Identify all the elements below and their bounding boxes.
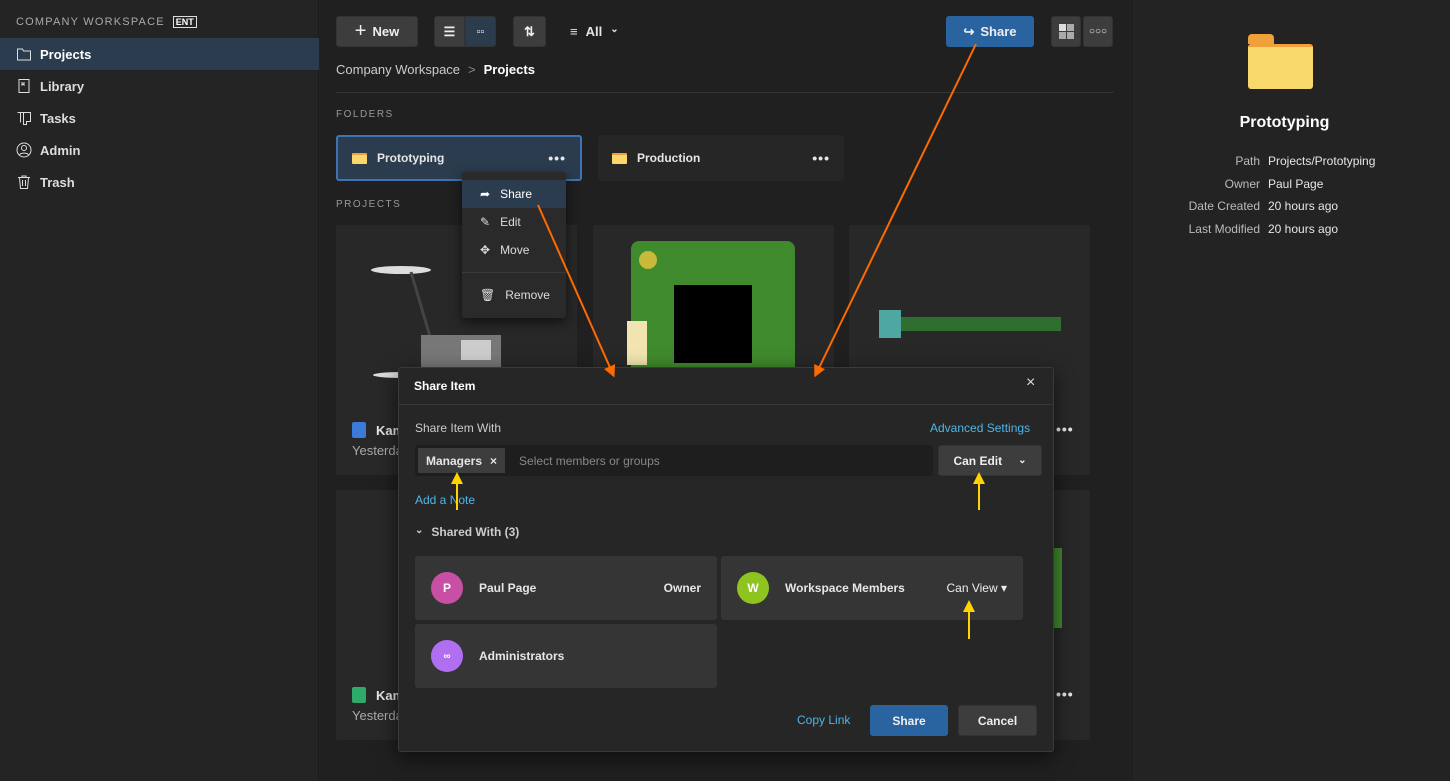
annotation-overlay [451, 43, 985, 639]
annotation-arrow [537, 204, 616, 378]
annotation-arrow [814, 43, 977, 378]
